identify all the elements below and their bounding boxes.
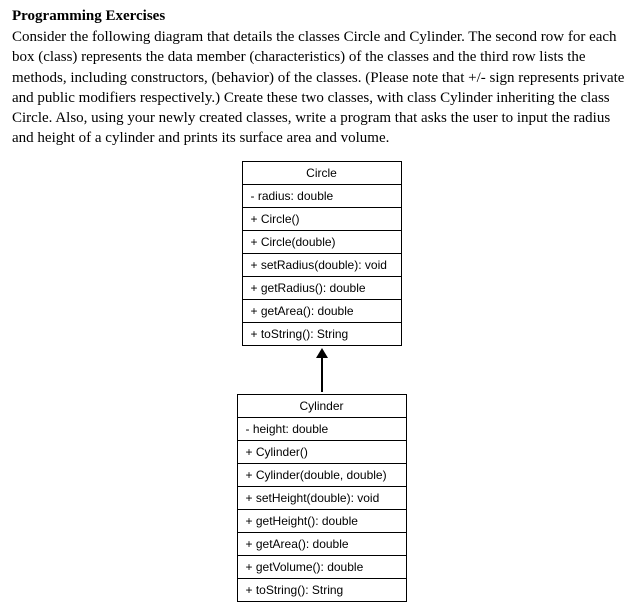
uml-class-cylinder: Cylinder - height: double + Cylinder() +… bbox=[237, 394, 407, 602]
uml-method: + setRadius(double): void bbox=[243, 254, 401, 277]
uml-method: + setHeight(double): void bbox=[238, 487, 406, 510]
arrow-up-icon bbox=[316, 348, 328, 358]
uml-class-name: Circle bbox=[243, 162, 401, 185]
uml-method: + getArea(): double bbox=[238, 533, 406, 556]
uml-attribute: - radius: double bbox=[243, 185, 401, 208]
uml-method: + toString(): String bbox=[243, 323, 401, 345]
uml-method: + toString(): String bbox=[238, 579, 406, 601]
uml-method: + getHeight(): double bbox=[238, 510, 406, 533]
uml-diagram: Circle - radius: double + Circle() + Cir… bbox=[12, 161, 631, 602]
uml-class-circle: Circle - radius: double + Circle() + Cir… bbox=[242, 161, 402, 346]
uml-method: + getRadius(): double bbox=[243, 277, 401, 300]
arrow-line bbox=[321, 358, 323, 392]
uml-method: + Cylinder(double, double) bbox=[238, 464, 406, 487]
uml-method: + getVolume(): double bbox=[238, 556, 406, 579]
uml-method: + Cylinder() bbox=[238, 441, 406, 464]
uml-method: + getArea(): double bbox=[243, 300, 401, 323]
uml-method: + Circle(double) bbox=[243, 231, 401, 254]
page-title: Programming Exercises bbox=[12, 8, 631, 25]
inheritance-arrow bbox=[316, 348, 328, 392]
exercise-paragraph: Consider the following diagram that deta… bbox=[12, 27, 631, 149]
uml-method: + Circle() bbox=[243, 208, 401, 231]
uml-class-name: Cylinder bbox=[238, 395, 406, 418]
uml-attribute: - height: double bbox=[238, 418, 406, 441]
